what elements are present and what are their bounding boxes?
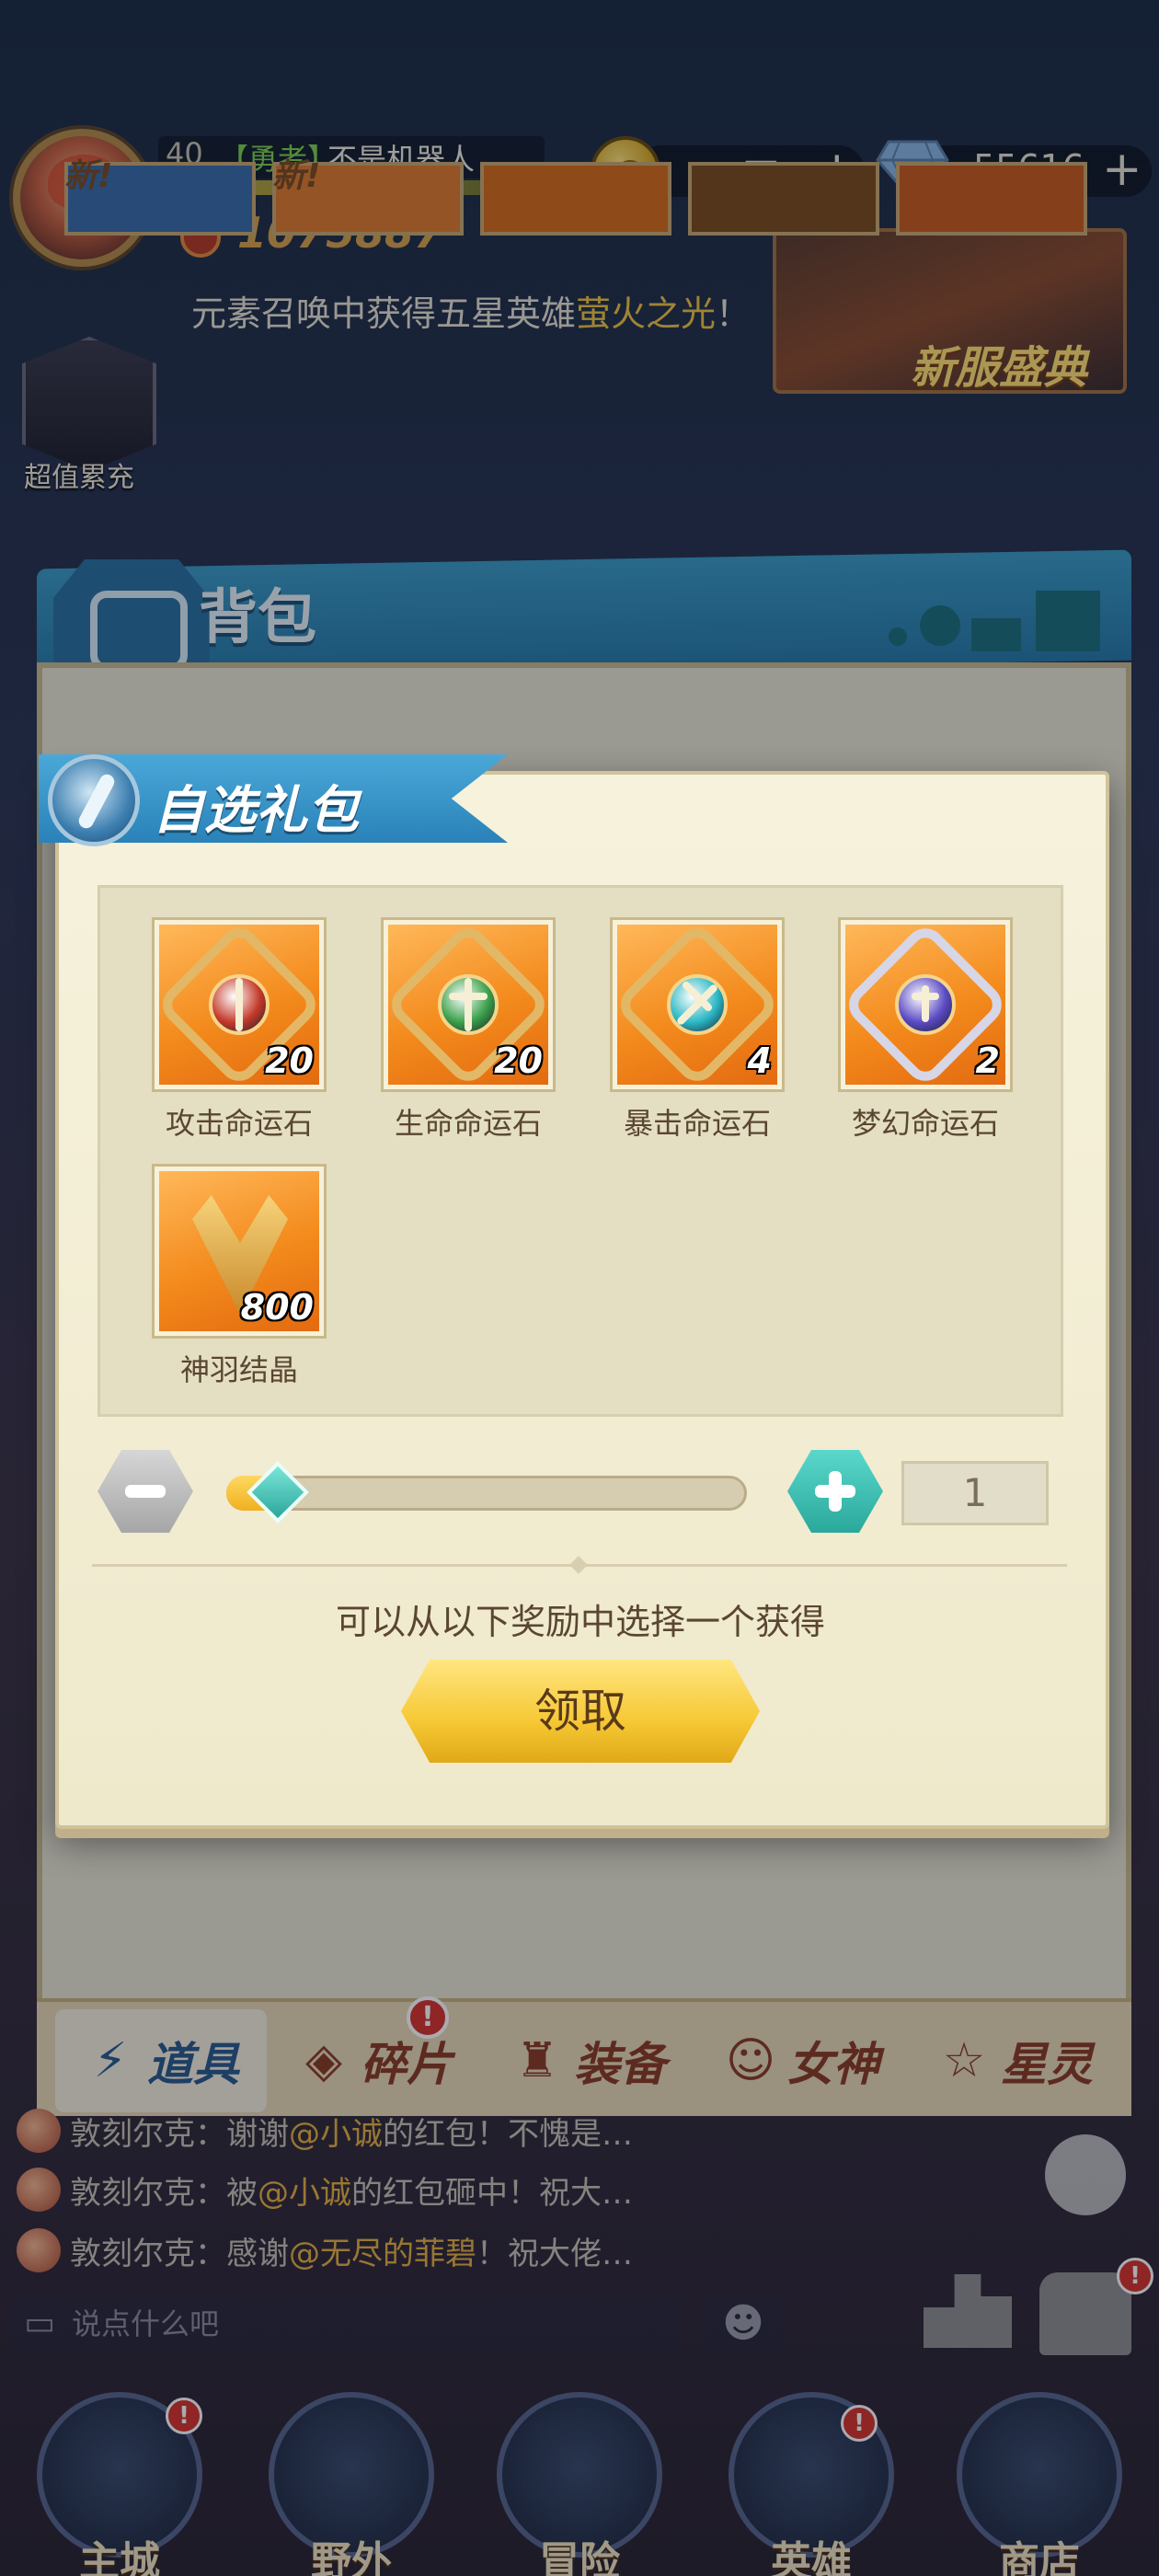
reward-name: 梦幻命运石	[851, 1106, 999, 1141]
reward-count: 4	[747, 1041, 772, 1081]
sparkle-mark	[922, 985, 929, 1022]
reward-frame: 800	[155, 1167, 324, 1336]
reward-count: 20	[265, 1041, 314, 1081]
selection-prompt: 可以从以下奖励中选择一个获得	[335, 1602, 825, 1642]
sword-mark	[235, 978, 243, 1031]
quantity-field[interactable]: 1	[901, 1461, 1049, 1525]
reward-item[interactable]: 20 攻击命运石	[147, 920, 331, 1143]
reward-frame: 2	[841, 920, 1010, 1089]
claim-button-label: 领取	[534, 1685, 626, 1738]
reward-item[interactable]: 800 神羽结晶	[147, 1167, 331, 1389]
reward-name: 攻击命运石	[165, 1106, 313, 1141]
reward-frame: 4	[613, 920, 782, 1089]
reward-count: 2	[975, 1041, 1000, 1081]
reward-name: 暴击命运石	[623, 1106, 771, 1141]
reward-frame: 20	[155, 920, 324, 1089]
reward-name: 生命命运石	[394, 1106, 542, 1141]
reward-count: 20	[494, 1041, 543, 1081]
reward-count: 800	[240, 1287, 314, 1328]
reward-item[interactable]: 20 生命命运石	[376, 920, 560, 1143]
sparkle-mark	[912, 993, 939, 1000]
reward-frame: 20	[384, 920, 553, 1089]
modal-title: 自选礼包	[153, 781, 359, 841]
quill-icon	[48, 754, 140, 846]
reward-name: 神羽结晶	[179, 1352, 298, 1387]
reward-item[interactable]: 4 暴击命运石	[605, 920, 789, 1143]
cross-mark	[449, 993, 488, 1000]
reward-item[interactable]: 2 梦幻命运石	[833, 920, 1017, 1143]
cross-mark	[465, 978, 472, 1031]
